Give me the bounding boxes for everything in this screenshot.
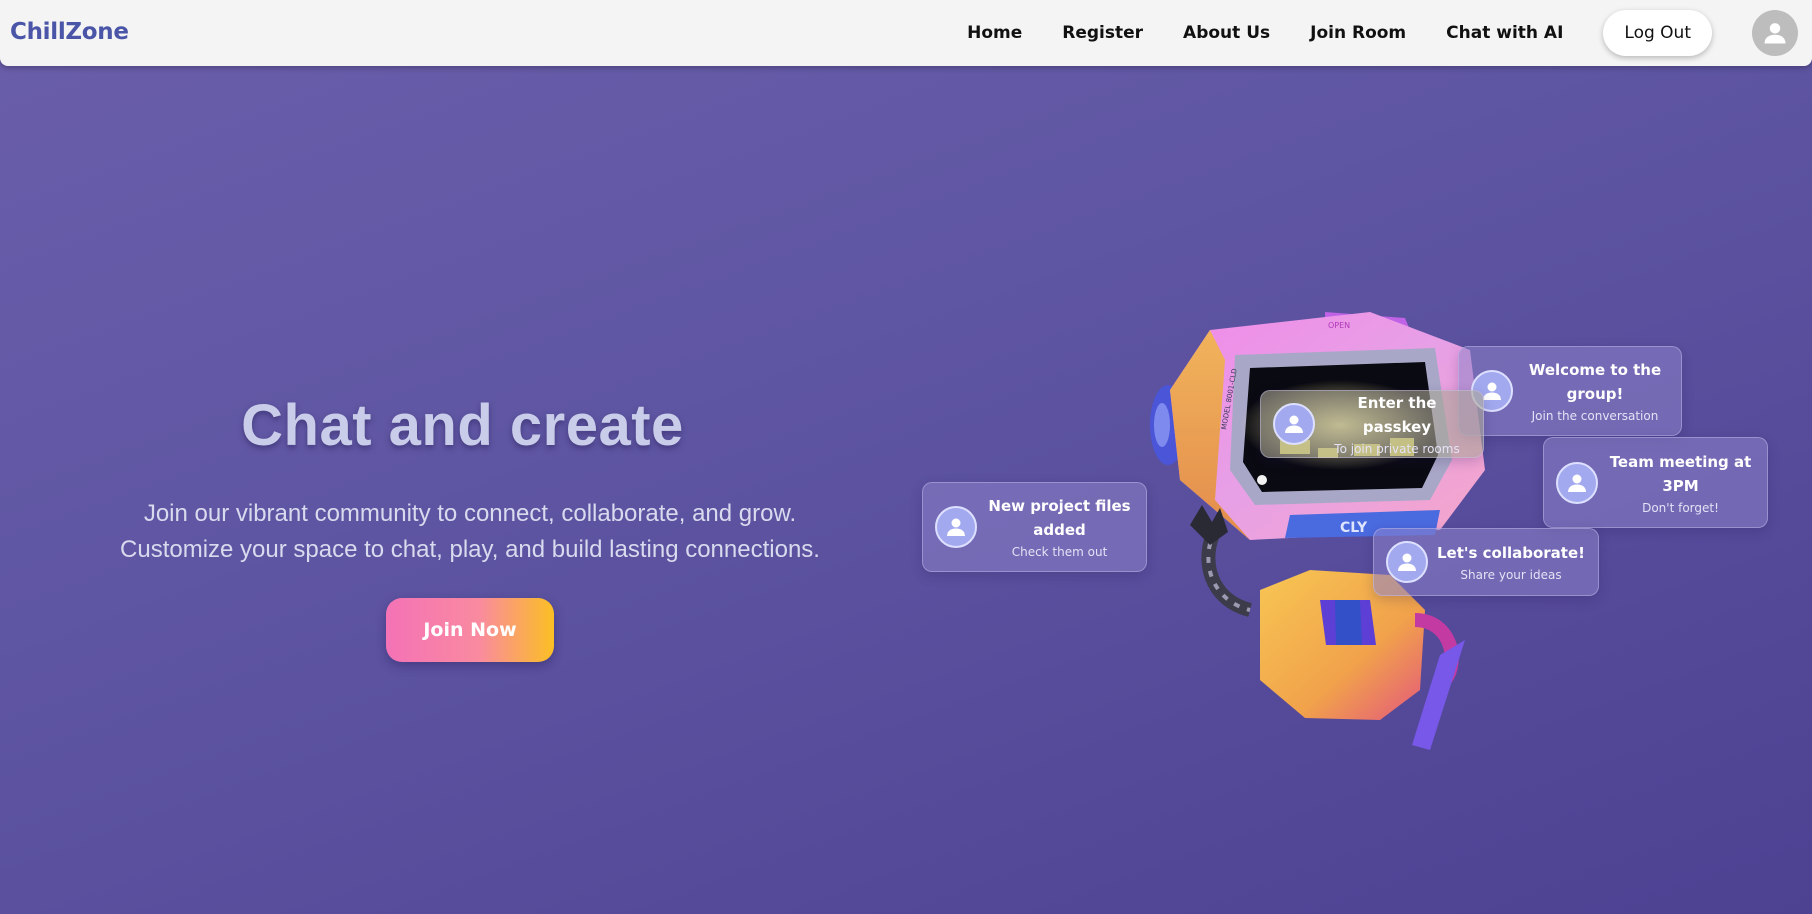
user-icon (1285, 415, 1303, 433)
user-avatar-icon (1764, 23, 1786, 44)
card-subtitle: Share your ideas (1460, 568, 1562, 582)
chat-card-passkey: Enter the passkey To join private rooms (1260, 390, 1484, 458)
user-icon (1398, 553, 1416, 571)
hero-title: Chat and create (241, 393, 684, 458)
card-avatar (935, 506, 977, 548)
chat-card-collaborate: Let's collaborate! Share your ideas (1373, 528, 1599, 596)
join-now-button[interactable]: Join Now (386, 598, 554, 662)
card-avatar (1273, 403, 1315, 445)
card-subtitle: Don't forget! (1642, 500, 1719, 515)
card-title: Team meeting at 3PM (1609, 452, 1752, 495)
hero-subtitle-line-1: Join our vibrant community to connect, c… (143, 500, 797, 527)
card-title: New project files added (988, 497, 1131, 539)
user-icon (947, 518, 965, 536)
robot-screen-label: OPEN (1328, 321, 1350, 330)
card-subtitle: Join the conversation (1531, 409, 1659, 423)
card-title: Enter the passkey (1357, 394, 1437, 436)
hero-subtitle: Join our vibrant community to connect, c… (0, 496, 940, 568)
nav-link-about-us[interactable]: About Us (1183, 23, 1270, 43)
card-title: Welcome to the group! (1528, 361, 1662, 403)
user-avatar[interactable] (1752, 10, 1798, 56)
card-subtitle: To join private rooms (1334, 442, 1460, 456)
card-title: Let's collaborate! (1437, 544, 1585, 562)
navbar: ChillZone Home Register About Us Join Ro… (0, 0, 1812, 66)
nav-link-chat-with-ai[interactable]: Chat with AI (1446, 23, 1563, 43)
card-avatar (1386, 541, 1428, 583)
hero-subtitle-line-2: Customize your space to chat, play, and … (120, 536, 820, 563)
nav-link-join-room[interactable]: Join Room (1310, 23, 1406, 43)
logout-button[interactable]: Log Out (1603, 10, 1712, 56)
user-icon (1568, 474, 1586, 492)
robot-chest-label: CLY (1340, 520, 1368, 536)
chat-card-welcome: Welcome to the group! Join the conversat… (1458, 346, 1682, 436)
card-avatar (1556, 461, 1598, 504)
card-subtitle: Check them out (1011, 545, 1108, 559)
chat-card-project-files: New project files added Check them out (922, 482, 1147, 572)
chat-card-meeting: Team meeting at 3PM Don't forget! (1543, 437, 1768, 528)
nav-link-home[interactable]: Home (967, 23, 1022, 43)
nav-links: Home Register About Us Join Room Chat wi… (967, 0, 1812, 66)
nav-link-register[interactable]: Register (1062, 23, 1143, 43)
brand-logo[interactable]: ChillZone (10, 19, 129, 45)
